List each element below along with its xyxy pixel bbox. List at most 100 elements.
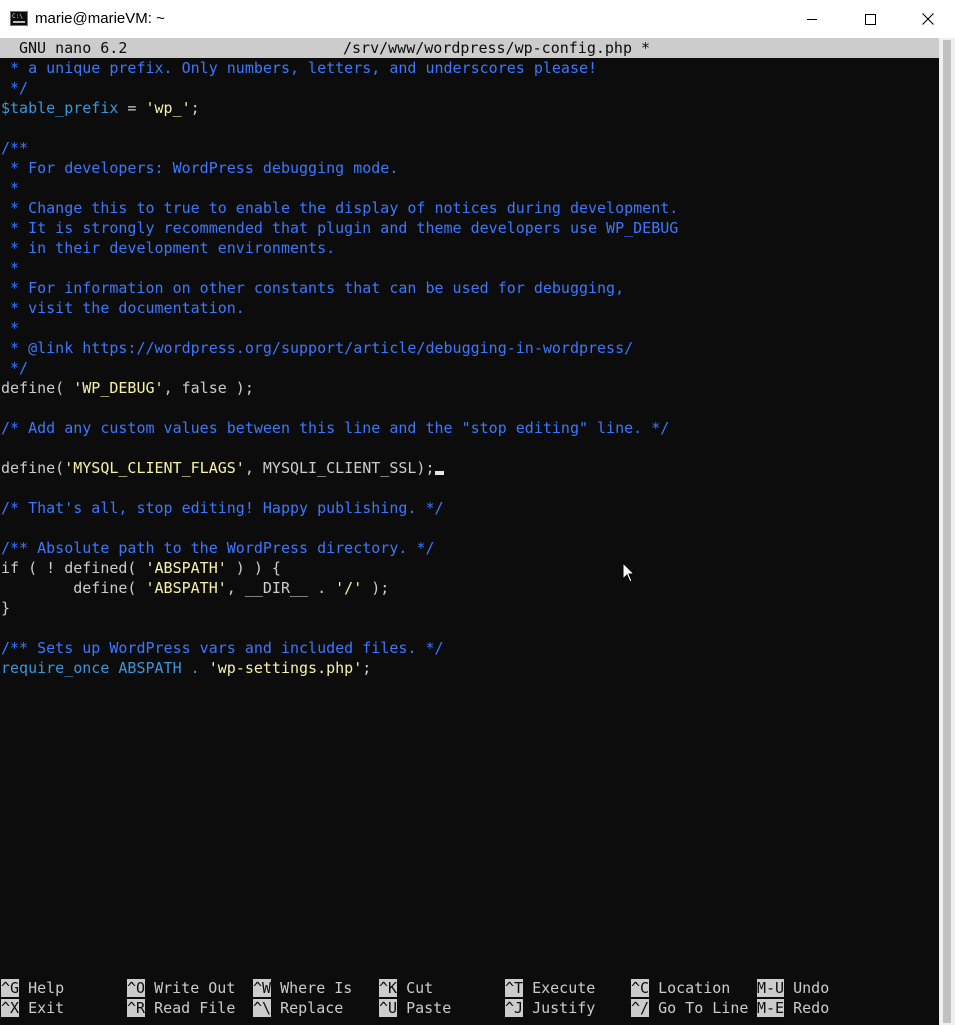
shortcut-key: ^\	[253, 999, 272, 1017]
shortcut-cut[interactable]: ^K Cut	[379, 978, 433, 998]
shortcut-where-is[interactable]: ^W Where Is	[253, 978, 352, 998]
code-token: define(	[1, 379, 74, 397]
shortcut-label: Where Is	[280, 979, 353, 997]
minimize-icon	[807, 18, 817, 20]
terminal-app-icon	[10, 11, 28, 26]
code-token: 'wp_'	[145, 99, 191, 117]
code-token: $table_prefix	[1, 99, 119, 117]
minimize-button[interactable]	[783, 0, 841, 38]
shortcut-label: Exit	[28, 999, 65, 1017]
window-title: marie@marieVM: ~	[35, 10, 165, 27]
shortcut-key: ^R	[127, 999, 146, 1017]
scrollbar-thumb[interactable]	[943, 40, 951, 1023]
nano-version: GNU nano 6.2	[19, 39, 128, 57]
shortcut-redo[interactable]: M-E Redo	[757, 998, 829, 1018]
maximize-button[interactable]	[841, 0, 899, 38]
code-token: define(	[1, 579, 146, 597]
code-line: $table_prefix = 'wp_';	[1, 98, 200, 118]
code-line: /* That's all, stop editing! Happy publi…	[1, 499, 444, 517]
code-line: */	[1, 79, 29, 97]
code-line: * Change this to true to enable the disp…	[1, 199, 679, 217]
mouse-pointer-icon	[622, 562, 636, 583]
shortcut-label: Undo	[793, 979, 830, 997]
shortcut-label: Replace	[280, 999, 344, 1017]
code-line: define( 'ABSPATH', __DIR__ . '/' );	[1, 578, 389, 598]
shortcut-label: Cut	[406, 979, 434, 997]
code-token: 'wp-settings.php'	[208, 659, 363, 677]
shortcut-replace[interactable]: ^\ Replace	[253, 998, 343, 1018]
terminal-area[interactable]: GNU nano 6.2 /srv/www/wordpress/wp-confi…	[0, 38, 939, 1025]
shortcut-label: Justify	[532, 999, 596, 1017]
shortcut-key: ^J	[505, 999, 524, 1017]
code-line: /* Add any custom values between this li…	[1, 419, 670, 437]
code-token: ;	[190, 99, 200, 117]
code-line: * For information on other constants tha…	[1, 279, 625, 297]
text-cursor	[434, 471, 444, 475]
code-token: , false );	[163, 379, 254, 397]
code-token: 'ABSPATH'	[145, 559, 227, 577]
code-token: define(	[1, 459, 65, 477]
code-line: define('MYSQL_CLIENT_FLAGS', MYSQLI_CLIE…	[1, 458, 444, 478]
code-token: 'MYSQL_CLIENT_FLAGS'	[64, 459, 245, 477]
shortcut-key: ^W	[253, 979, 272, 997]
code-line: *	[1, 259, 20, 277]
code-line: }	[1, 599, 11, 617]
code-line: * a unique prefix. Only numbers, letters…	[1, 59, 598, 77]
code-line: * in their development environments.	[1, 239, 336, 257]
vertical-scrollbar[interactable]	[939, 38, 955, 1025]
shortcut-key: M-E	[757, 999, 785, 1017]
code-line: /** Sets up WordPress vars and included …	[1, 639, 444, 657]
shortcut-key: ^/	[631, 999, 650, 1017]
window-title-bar[interactable]: marie@marieVM: ~	[0, 0, 955, 39]
code-line: * For developers: WordPress debugging mo…	[1, 159, 399, 177]
shortcut-justify[interactable]: ^J Justify	[505, 998, 595, 1018]
code-line: */	[1, 359, 29, 377]
shortcut-key: ^U	[379, 999, 398, 1017]
shortcut-key: ^T	[505, 979, 524, 997]
shortcut-write-out[interactable]: ^O Write Out	[127, 978, 235, 998]
code-token: );	[362, 579, 390, 597]
shortcut-key: ^C	[631, 979, 650, 997]
shortcut-read-file[interactable]: ^R Read File	[127, 998, 235, 1018]
code-line: * It is strongly recommended that plugin…	[1, 219, 679, 237]
code-line: /**	[1, 139, 29, 157]
code-line: require_once ABSPATH . 'wp-settings.php'…	[1, 658, 371, 678]
code-token: require_once ABSPATH .	[1, 659, 209, 677]
close-button[interactable]	[899, 0, 955, 38]
shortcut-label: Go To Line	[658, 999, 749, 1017]
shortcut-key: M-U	[757, 979, 785, 997]
code-line: define( 'WP_DEBUG', false );	[1, 378, 254, 398]
code-line: *	[1, 179, 20, 197]
code-token: =	[118, 99, 146, 117]
maximize-icon	[864, 13, 876, 25]
code-line: * @link https://wordpress.org/support/ar…	[1, 339, 634, 357]
shortcut-go-to-line[interactable]: ^/ Go To Line	[631, 998, 748, 1018]
nano-header-bar: GNU nano 6.2 /srv/www/wordpress/wp-confi…	[0, 38, 939, 58]
code-token: '/'	[335, 579, 363, 597]
shortcut-key: ^O	[127, 979, 146, 997]
shortcut-key: ^X	[1, 999, 20, 1017]
shortcut-help[interactable]: ^G Help	[1, 978, 64, 998]
code-token: 'ABSPATH'	[145, 579, 227, 597]
code-token: , __DIR__ .	[226, 579, 336, 597]
shortcut-label: Write Out	[154, 979, 236, 997]
code-token: ) ) {	[226, 559, 281, 577]
code-line: /** Absolute path to the WordPress direc…	[1, 539, 435, 557]
file-name: /srv/www/wordpress/wp-config.php *	[343, 39, 651, 57]
code-token: , MYSQLI_CLIENT_SSL);	[244, 459, 435, 477]
shortcut-undo[interactable]: M-U Undo	[757, 978, 829, 998]
code-line: *	[1, 319, 20, 337]
code-token: ;	[362, 659, 372, 677]
shortcut-key: ^K	[379, 979, 398, 997]
code-token: 'WP_DEBUG'	[73, 379, 164, 397]
shortcut-exit[interactable]: ^X Exit	[1, 998, 64, 1018]
shortcut-paste[interactable]: ^U Paste	[379, 998, 451, 1018]
code-token: if ( ! defined(	[1, 559, 146, 577]
shortcut-label: Location	[658, 979, 731, 997]
shortcut-label: Read File	[154, 999, 236, 1017]
shortcut-label: Paste	[406, 999, 452, 1017]
shortcut-location[interactable]: ^C Location	[631, 978, 730, 998]
shortcut-key: ^G	[1, 979, 20, 997]
shortcut-execute[interactable]: ^T Execute	[505, 978, 595, 998]
shortcut-label: Redo	[793, 999, 830, 1017]
